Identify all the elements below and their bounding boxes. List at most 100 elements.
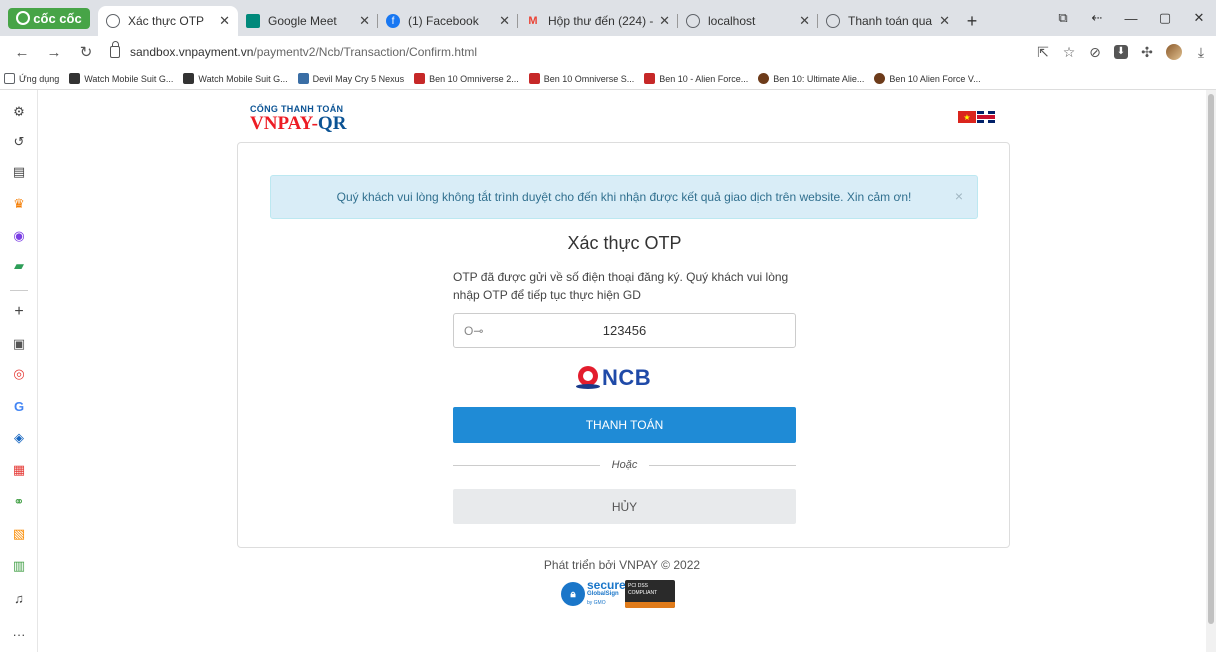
back-button[interactable]: ←	[10, 44, 34, 61]
tab-google-meet[interactable]: Google Meet ✕	[238, 6, 378, 36]
history-icon[interactable]: ↺	[11, 134, 27, 150]
close-window-button[interactable]: ✕	[1182, 10, 1216, 26]
share-icon[interactable]: ⇱	[1036, 44, 1050, 61]
bookmark-item[interactable]: Ben 10 - Alien Force...	[644, 73, 748, 84]
close-icon[interactable]: ✕	[799, 13, 810, 29]
otp-field-wrapper: O⊸	[453, 313, 796, 348]
bookmark-item[interactable]: Ben 10 Omniverse 2...	[414, 73, 519, 84]
messenger-icon[interactable]: ◉	[11, 228, 27, 244]
page-title: Xác thực OTP	[567, 233, 682, 253]
downloads-icon[interactable]: ⤓	[1194, 44, 1208, 61]
tab-gmail[interactable]: M Hộp thư đến (224) - ✕	[518, 6, 678, 36]
otp-input[interactable]	[454, 314, 795, 347]
apps-grid-icon	[4, 73, 15, 84]
pci-dss-badge[interactable]: PCI DSS COMPLIANT	[625, 580, 675, 608]
footer-text: Phát triển bởi VNPAY © 2022	[543, 558, 701, 572]
browser-toolbar: ← → ↻ sandbox.vnpayment.vn/paymentv2/Ncb…	[0, 36, 1216, 68]
tab-facebook[interactable]: f (1) Facebook ✕	[378, 6, 518, 36]
close-icon[interactable]: ✕	[659, 13, 670, 29]
url-path: /paymentv2/Ncb/Transaction/Confirm.html	[253, 45, 478, 59]
address-bar[interactable]: sandbox.vnpayment.vn/paymentv2/Ncb/Trans…	[110, 41, 478, 62]
globe-icon	[686, 14, 700, 28]
globe-icon	[106, 14, 120, 28]
bookmarks-bar: Ứng dụng Watch Mobile Suit G... Watch Mo…	[0, 68, 1216, 90]
add-icon[interactable]: +	[11, 303, 27, 320]
key-icon: O⊸	[464, 324, 484, 338]
close-icon[interactable]: ✕	[939, 13, 950, 29]
star-icon[interactable]: ☆	[1062, 44, 1076, 61]
coccoc-menu-button[interactable]: cốc cốc	[0, 0, 98, 36]
or-divider: Hoặc	[453, 457, 796, 473]
shield-icon[interactable]: ◈	[11, 430, 27, 446]
globalsign-secure-badge[interactable]: 🔒︎ secure GlobalSign by GMO	[561, 579, 626, 608]
link-icon[interactable]: ⚭	[11, 494, 27, 510]
cancel-button[interactable]: HỦY	[453, 489, 796, 524]
calendar-icon[interactable]: ▥	[11, 558, 27, 574]
bookmark-favicon-icon	[297, 73, 309, 84]
forward-button[interactable]: →	[42, 44, 66, 61]
close-icon[interactable]: ✕	[359, 13, 370, 29]
settings-gear-icon[interactable]: ⚙	[11, 104, 27, 120]
gmail-icon: M	[528, 15, 538, 27]
store-icon[interactable]: ▦	[11, 462, 27, 478]
bookmark-item[interactable]: Ben 10: Ultimate Alie...	[758, 73, 864, 84]
app-icon[interactable]: ▣	[11, 336, 27, 352]
ncb-bank-logo: NCB	[576, 365, 651, 391]
bookmark-item[interactable]: Watch Mobile Suit G...	[183, 73, 288, 84]
crown-icon[interactable]: ♛	[11, 196, 27, 212]
tab-localhost[interactable]: localhost ✕	[678, 6, 818, 36]
scrollbar-thumb[interactable]	[1208, 94, 1214, 624]
bookmark-item[interactable]: Devil May Cry 5 Nexus	[297, 73, 404, 84]
more-icon[interactable]: ···	[11, 626, 27, 642]
profile-avatar[interactable]	[1166, 44, 1182, 60]
info-alert: Quý khách vui lòng không tắt trình duyệt…	[270, 175, 978, 219]
notes-icon[interactable]: ▤	[11, 164, 27, 180]
payment-page: CỔNG THANH TOÁN VNPAY-QR ★ Quý khách vui…	[38, 90, 1206, 652]
bell-icon[interactable]: ♫	[11, 590, 27, 606]
bookmark-item[interactable]: Watch Mobile Suit G...	[69, 73, 173, 84]
otp-card: Quý khách vui lòng không tắt trình duyệt…	[237, 142, 1010, 548]
bookmark-apps[interactable]: Ứng dụng	[4, 73, 59, 84]
tab-thanh-toan[interactable]: Thanh toán qua Ng ✕	[818, 6, 958, 36]
bookmark-item[interactable]: Ben 10 Alien Force V...	[874, 73, 981, 84]
coccoc-logo-icon	[16, 11, 31, 25]
language-switcher: ★	[958, 111, 995, 123]
bookmark-item[interactable]: Ben 10 Omniverse S...	[528, 73, 634, 84]
page-scrollbar[interactable]	[1206, 90, 1216, 652]
ncb-logo-icon	[576, 366, 600, 390]
pay-button[interactable]: THANH TOÁN	[453, 407, 796, 443]
bookmark-favicon-icon	[414, 73, 426, 84]
google-icon[interactable]: G	[11, 398, 27, 414]
google-meet-icon	[246, 14, 260, 28]
back-arrow-icon[interactable]: ⇠	[1080, 10, 1114, 26]
minimize-button[interactable]: —	[1114, 11, 1148, 26]
bookmark-favicon-icon	[183, 73, 195, 84]
uk-flag-icon[interactable]	[977, 111, 995, 123]
block-icon[interactable]: ⊘	[1088, 44, 1102, 61]
bookmark-favicon-icon	[528, 73, 540, 84]
maximize-button[interactable]: ▢	[1148, 10, 1182, 26]
new-tab-button[interactable]: +	[958, 6, 986, 36]
shopping-icon[interactable]: ▧	[11, 526, 27, 542]
extensions-icon[interactable]: ✣	[1140, 44, 1154, 61]
security-badges: 🔒︎ secure GlobalSign by GMO PCI DSS COMP…	[561, 579, 675, 608]
vietnam-flag-icon[interactable]: ★	[958, 111, 976, 123]
close-icon[interactable]: ×	[955, 188, 963, 204]
download-icon[interactable]: ⬇	[1114, 45, 1128, 59]
bookmark-favicon-icon	[644, 73, 656, 84]
globe-icon	[826, 14, 840, 28]
bookmark-favicon-icon	[69, 73, 81, 84]
close-icon[interactable]: ✕	[499, 13, 510, 29]
chrome-icon[interactable]: ◎	[11, 366, 27, 382]
vnpay-logo[interactable]: CỔNG THANH TOÁN VNPAY-QR	[250, 104, 346, 133]
browser-sidebar: ⚙ ↺ ▤ ♛ ◉ ▰ + ▣ ◎ G ◈ ▦ ⚭ ▧ ▥ ♫ ···	[0, 90, 38, 652]
gamepad-icon[interactable]: ▰	[11, 258, 27, 274]
url-host: sandbox.vnpayment.vn	[130, 45, 254, 59]
reload-button[interactable]: ↻	[74, 43, 98, 61]
tab-otp[interactable]: Xác thực OTP ✕	[98, 6, 238, 36]
lock-icon	[110, 41, 120, 58]
close-icon[interactable]: ✕	[219, 13, 230, 29]
tab-search-icon[interactable]: ⧉	[1046, 10, 1080, 26]
bookmark-favicon-icon	[874, 73, 886, 84]
lock-icon: 🔒︎	[561, 582, 585, 606]
